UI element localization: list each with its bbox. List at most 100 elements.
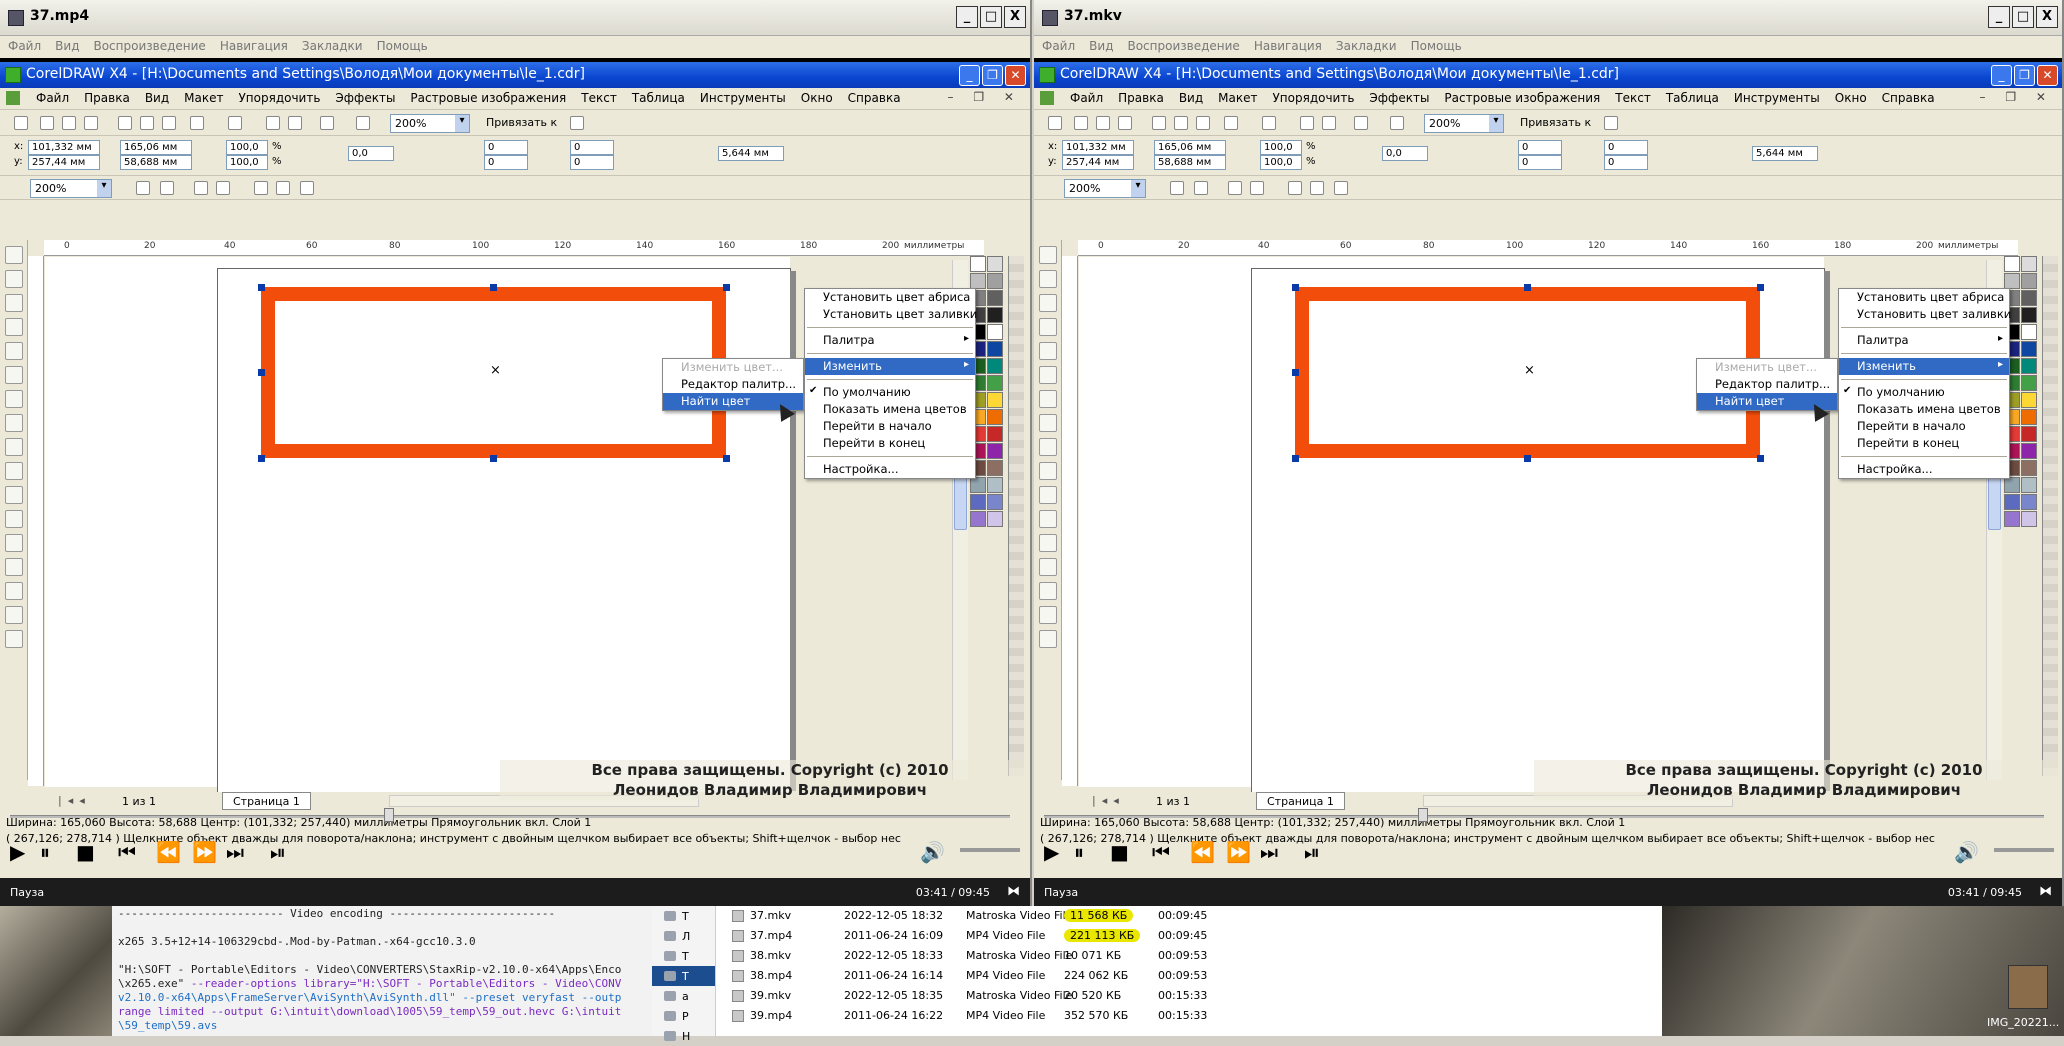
file-row[interactable]: 39.mp4 2011-06-24 16:22 MP4 Video File 352 … — [732, 1006, 1652, 1026]
eyedropper-tool-icon[interactable] — [1039, 558, 1057, 576]
height-field[interactable]: 58,688 мм — [120, 155, 192, 170]
freehand-tool-icon[interactable] — [5, 342, 23, 360]
coreldraw-title-bar[interactable]: CorelDRAW X4 - [H:\Documents and Setting… — [1034, 62, 2062, 88]
pause-icon[interactable]: ⏸ — [1074, 840, 1084, 864]
snap-to-dropdown[interactable]: Привязать к — [486, 116, 557, 129]
player-menu-view[interactable]: Вид — [1089, 39, 1113, 55]
corner-radius-field[interactable]: 0 — [1518, 140, 1562, 155]
palette-swatch[interactable] — [2021, 392, 2037, 408]
palette-swatch[interactable] — [987, 341, 1003, 357]
file-row[interactable]: 38.mp4 2011-06-24 16:14 MP4 Video File 224 … — [732, 966, 1652, 986]
open-icon[interactable] — [1074, 116, 1088, 130]
tree-item[interactable]: Т — [652, 906, 715, 926]
zoom-page-icon[interactable] — [1288, 181, 1302, 195]
options-icon[interactable] — [570, 116, 584, 130]
zoom-in-icon[interactable] — [1170, 181, 1184, 195]
pause-icon[interactable]: ⏸ — [40, 840, 50, 864]
player-menu-bookmarks[interactable]: Закладки — [1336, 39, 1397, 55]
palette-swatch[interactable] — [987, 375, 1003, 391]
palette-item[interactable]: Палитра — [805, 332, 975, 349]
palette-swatch[interactable] — [2021, 460, 2037, 476]
ellipse-tool-icon[interactable] — [1039, 414, 1057, 432]
table-tool-icon[interactable] — [5, 510, 23, 528]
ellipse-tool-icon[interactable] — [5, 414, 23, 432]
copy-icon[interactable] — [140, 116, 154, 130]
outline-width-select[interactable]: 5,644 мм — [1752, 146, 1818, 161]
customize-item[interactable]: Настройка... — [1839, 461, 2009, 478]
new-icon[interactable] — [1048, 116, 1062, 130]
maximize-button[interactable]: □ — [2012, 6, 2034, 28]
selection-handle[interactable] — [1524, 284, 1531, 291]
selection-handle[interactable] — [1524, 455, 1531, 462]
player-title-bar[interactable]: 37.mkv _ □ X — [1034, 0, 2062, 36]
tree-item[interactable]: Р — [652, 1006, 715, 1026]
menu-arrange[interactable]: Упорядочить — [238, 91, 320, 109]
text-tool-icon[interactable] — [5, 486, 23, 504]
scale-x-field[interactable]: 100,0 — [1260, 140, 1302, 155]
pick-tool-icon[interactable] — [5, 246, 23, 264]
eyedropper-tool-icon[interactable] — [5, 558, 23, 576]
corner-radius-field[interactable]: 0 — [570, 140, 614, 155]
show-color-names-item[interactable]: Показать имена цветов — [1839, 401, 2009, 418]
edit-item[interactable]: Изменить — [805, 358, 975, 375]
basic-shapes-tool-icon[interactable] — [5, 462, 23, 480]
palette-editor-item[interactable]: Редактор палитр... — [1697, 376, 1837, 393]
zoom-height-icon[interactable] — [1334, 181, 1348, 195]
menu-tools[interactable]: Инструменты — [1734, 91, 1820, 109]
palette-swatch[interactable] — [2021, 358, 2037, 374]
outline-tool-icon[interactable] — [1039, 582, 1057, 600]
cut-icon[interactable] — [118, 116, 132, 130]
minimize-button[interactable]: _ — [1988, 6, 2010, 28]
palette-swatch[interactable] — [970, 477, 986, 493]
palette-swatch[interactable] — [2021, 290, 2037, 306]
selection-handle[interactable] — [490, 455, 497, 462]
application-launcher-icon[interactable] — [320, 116, 334, 130]
frame-step-icon[interactable]: ⏯ — [270, 840, 286, 864]
set-fill-color-item[interactable]: Установить цвет заливки — [805, 306, 977, 323]
volume-icon[interactable]: 🔊 — [920, 840, 945, 864]
welcome-screen-icon[interactable] — [1390, 116, 1404, 130]
open-icon[interactable] — [40, 116, 54, 130]
palette-swatch[interactable] — [2004, 494, 2020, 510]
palette-swatch[interactable] — [987, 511, 1003, 527]
next-icon[interactable]: ⏭ — [226, 840, 244, 864]
selection-handle[interactable] — [1757, 455, 1764, 462]
image-thumbnail[interactable] — [2008, 965, 2048, 1009]
player-menu-navigation[interactable]: Навигация — [220, 39, 288, 55]
palette-swatch[interactable] — [987, 494, 1003, 510]
zoom-selected-icon[interactable] — [1228, 181, 1242, 195]
player-menu-view[interactable]: Вид — [55, 39, 79, 55]
palette-swatch[interactable] — [970, 273, 986, 289]
cd-minimize-button[interactable]: _ — [959, 65, 980, 86]
menu-layout[interactable]: Макет — [1218, 91, 1257, 109]
player-menu-help[interactable]: Помощь — [1411, 39, 1462, 55]
seek-knob[interactable] — [1418, 808, 1428, 822]
customize-item[interactable]: Настройка... — [805, 461, 975, 478]
zoom-width-icon[interactable] — [1310, 181, 1324, 195]
width-field[interactable]: 165,06 мм — [1154, 140, 1226, 155]
palette-swatch[interactable] — [2021, 324, 2037, 340]
palette-swatch[interactable] — [987, 358, 1003, 374]
menu-edit[interactable]: Правка — [84, 91, 130, 109]
crop-tool-icon[interactable] — [5, 294, 23, 312]
width-field[interactable]: 165,06 мм — [120, 140, 192, 155]
shape-tool-icon[interactable] — [5, 270, 23, 288]
volume-slider[interactable] — [960, 848, 1020, 852]
menu-view[interactable]: Вид — [1179, 91, 1203, 109]
palette-swatch[interactable] — [987, 256, 1003, 272]
palette-swatch[interactable] — [2021, 307, 2037, 323]
corner-radius-field[interactable]: 0 — [570, 155, 614, 170]
outline-width-select[interactable]: 5,644 мм — [718, 146, 784, 161]
zoom-selected-icon[interactable] — [194, 181, 208, 195]
seek-bar[interactable] — [0, 806, 1030, 824]
welcome-screen-icon[interactable] — [356, 116, 370, 130]
new-icon[interactable] — [14, 116, 28, 130]
selection-handle[interactable] — [258, 284, 265, 291]
paste-icon[interactable] — [162, 116, 176, 130]
drawing-canvas[interactable]: × — [45, 257, 796, 793]
palette-swatch[interactable] — [2004, 273, 2020, 289]
player-title-bar[interactable]: 37.mp4 _ □ X — [0, 0, 1030, 36]
zoom-select[interactable]: 200% — [30, 179, 112, 198]
rotation-angle-field[interactable]: 0,0 — [348, 146, 394, 161]
basic-shapes-tool-icon[interactable] — [1039, 462, 1057, 480]
